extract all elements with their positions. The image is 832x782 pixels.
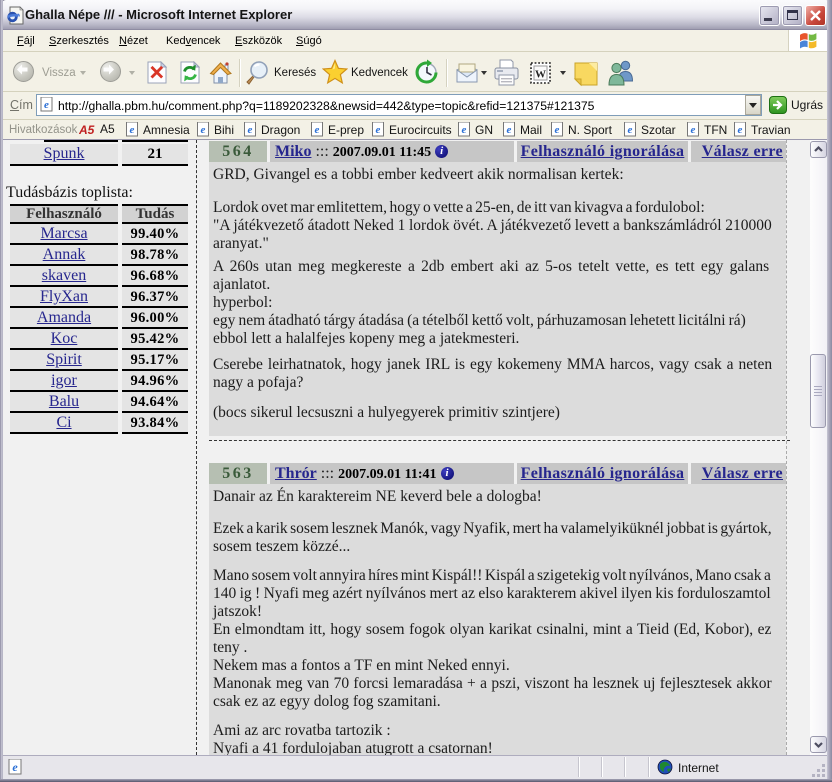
svg-text:e: e xyxy=(12,760,18,774)
svg-text:e: e xyxy=(628,124,633,136)
svg-text:e: e xyxy=(315,124,320,136)
svg-text:e: e xyxy=(44,99,49,111)
svg-text:e: e xyxy=(201,124,206,136)
svg-text:e: e xyxy=(248,124,253,136)
svg-text:e: e xyxy=(738,124,743,136)
svg-text:e: e xyxy=(555,124,560,136)
svg-text:e: e xyxy=(130,124,135,136)
svg-text:W: W xyxy=(535,69,546,81)
svg-text:e: e xyxy=(507,124,512,136)
svg-text:e: e xyxy=(376,124,381,136)
svg-text:e: e xyxy=(462,124,467,136)
svg-text:A5: A5 xyxy=(79,123,95,136)
svg-text:e: e xyxy=(691,124,696,136)
